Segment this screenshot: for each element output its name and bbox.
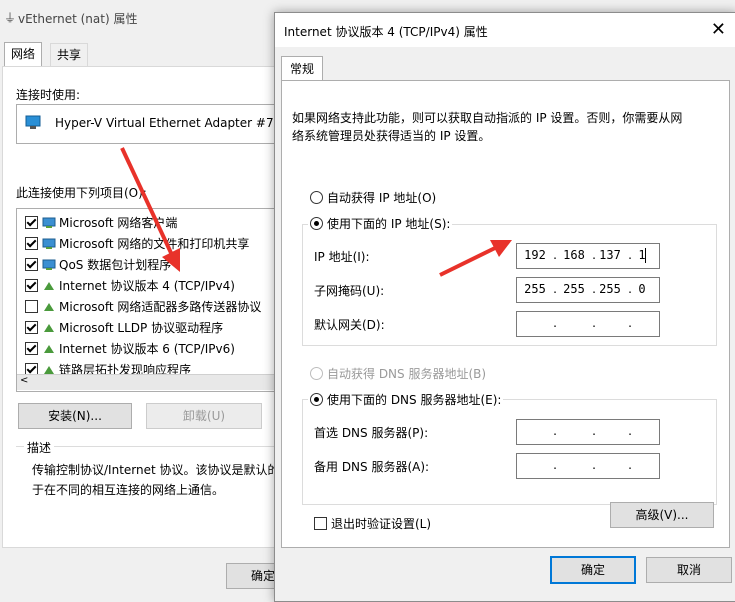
item-label: Microsoft 网络的文件和打印机共享 (59, 237, 250, 251)
list-item[interactable]: Microsoft 网络客户端 (25, 213, 177, 233)
item-label: Internet 协议版本 6 (TCP/IPv6) (59, 342, 235, 356)
validate-option[interactable]: 退出时验证设置(L) (314, 515, 431, 532)
description-label: 描述 (24, 439, 55, 456)
item-label: Microsoft 网络客户端 (59, 216, 178, 230)
dialog-title-bar: Internet 协议版本 4 (TCP/IPv4) 属性 ✕ (275, 13, 735, 47)
text-cursor (645, 248, 646, 263)
items-label: 此连接使用下列项目(O): (16, 186, 147, 200)
tab-general[interactable]: 常规 (281, 56, 324, 82)
adapter-name: Hyper-V Virtual Ethernet Adapter #7 (55, 116, 274, 130)
list-item[interactable]: Microsoft LLDP 协议驱动程序 (25, 318, 223, 338)
protocol-icon (44, 303, 54, 311)
mask-octet-2[interactable]: 255 (560, 282, 588, 296)
description-text-2: 于在不同的相互连接的网络上通信。 (32, 483, 225, 497)
ip-octet-1[interactable]: 192 (521, 248, 549, 262)
protocol-icon (44, 345, 54, 353)
item-label: Microsoft LLDP 协议驱动程序 (59, 321, 224, 335)
list-item[interactable]: Internet 协议版本 4 (TCP/IPv4) (25, 276, 235, 296)
subnet-mask-field[interactable]: 255 . 255 . 255 . 0 (516, 277, 660, 303)
install-button[interactable]: 安装(N)... (18, 403, 132, 429)
mask-octet-1[interactable]: 255 (521, 282, 549, 296)
tab-network[interactable]: 网络 (4, 42, 43, 67)
network-icon (42, 259, 56, 270)
item-checkbox[interactable] (25, 300, 38, 313)
network-icon (42, 217, 56, 228)
manual-ip-label: 使用下面的 IP 地址(S): (327, 217, 451, 231)
auto-ip-option[interactable]: 自动获得 IP 地址(O) (310, 189, 436, 206)
subnet-mask-label: 子网掩码(U): (314, 284, 385, 298)
item-checkbox[interactable] (25, 258, 38, 271)
intro-line-2: 络系统管理员处获得适当的 IP 设置。 (292, 129, 491, 143)
auto-ip-radio[interactable] (310, 191, 323, 204)
item-checkbox[interactable] (25, 279, 38, 292)
manual-dns-option[interactable]: 使用下面的 DNS 服务器地址(E): (308, 391, 504, 408)
list-item[interactable]: Microsoft 网络适配器多路传送器协议 (25, 297, 261, 317)
list-item[interactable]: QoS 数据包计划程序 (25, 255, 171, 275)
ipv4-properties-dialog: Internet 协议版本 4 (TCP/IPv4) 属性 ✕ 常规 如果网络支… (274, 12, 735, 602)
validate-label: 退出时验证设置(L) (331, 517, 432, 531)
adapter-title-icon: ⏚ (4, 11, 17, 25)
alternate-dns-field[interactable]: ... (516, 453, 660, 479)
auto-dns-label: 自动获得 DNS 服务器地址(B) (327, 367, 487, 381)
ok-button[interactable]: 确定 (550, 556, 636, 584)
item-label: Internet 协议版本 4 (TCP/IPv4) (59, 279, 235, 293)
ip-address-label: IP 地址(I): (314, 250, 370, 264)
general-tab-pane: 如果网络支持此功能，则可以获取自动指派的 IP 设置。否则，你需要从网 络系统管… (281, 80, 730, 548)
mask-octet-3[interactable]: 255 (596, 282, 624, 296)
item-checkbox[interactable] (25, 216, 38, 229)
auto-dns-option[interactable]: 自动获得 DNS 服务器地址(B) (310, 365, 486, 382)
list-item[interactable]: Microsoft 网络的文件和打印机共享 (25, 234, 249, 254)
dialog-title: Internet 协议版本 4 (TCP/IPv4) 属性 (284, 25, 488, 39)
connect-using-label: 连接时使用: (16, 88, 81, 102)
gateway-label: 默认网关(D): (314, 318, 385, 332)
auto-ip-label: 自动获得 IP 地址(O) (327, 191, 437, 205)
preferred-dns-field[interactable]: ... (516, 419, 660, 445)
adapter-box: Hyper-V Virtual Ethernet Adapter #7 (16, 104, 278, 144)
item-checkbox[interactable] (25, 342, 38, 355)
item-label: QoS 数据包计划程序 (59, 258, 172, 272)
manual-dns-label: 使用下面的 DNS 服务器地址(E): (327, 393, 502, 407)
protocol-icon (44, 282, 54, 290)
manual-dns-radio[interactable] (310, 393, 323, 406)
cancel-button[interactable]: 取消 (646, 557, 732, 583)
protocol-icon (44, 324, 54, 332)
manual-ip-option[interactable]: 使用下面的 IP 地址(S): (308, 215, 453, 232)
items-list: Microsoft 网络客户端 Microsoft 网络的文件和打印机共享 QoS … (16, 208, 278, 392)
uninstall-button[interactable]: 卸载(U) (146, 403, 262, 429)
adapter-icon (25, 115, 41, 129)
ip-octet-3[interactable]: 137 (596, 248, 624, 262)
item-checkbox[interactable] (25, 237, 38, 250)
list-item[interactable]: Internet 协议版本 6 (TCP/IPv6) (25, 339, 235, 359)
auto-dns-radio[interactable] (310, 367, 323, 380)
ip-octet-2[interactable]: 168 (560, 248, 588, 262)
manual-ip-radio[interactable] (310, 217, 323, 230)
dns-settings-group (302, 399, 717, 505)
ip-octet-4[interactable]: 1 (628, 248, 656, 262)
mask-octet-4[interactable]: 0 (628, 282, 656, 296)
alternate-dns-label: 备用 DNS 服务器(A): (314, 460, 430, 474)
item-checkbox[interactable] (25, 321, 38, 334)
horizontal-scrollbar[interactable]: < (17, 374, 276, 390)
description-text-1: 传输控制协议/Internet 协议。该协议是默认的 (32, 463, 280, 477)
scroll-left-icon[interactable]: < (20, 375, 28, 386)
ip-address-field[interactable]: 192 . 168 . 137 . 1 (516, 243, 660, 269)
validate-checkbox[interactable] (314, 517, 327, 530)
background-dialog-title: vEthernet (nat) 属性 (18, 12, 138, 26)
tab-sharing[interactable]: 共享 (50, 43, 89, 66)
close-icon[interactable]: ✕ (711, 19, 726, 40)
gateway-field[interactable]: ... (516, 311, 660, 337)
advanced-button[interactable]: 高级(V)... (610, 502, 714, 528)
intro-line-1: 如果网络支持此功能，则可以获取自动指派的 IP 设置。否则，你需要从网 (292, 111, 683, 125)
preferred-dns-label: 首选 DNS 服务器(P): (314, 426, 429, 440)
network-icon (42, 238, 56, 249)
item-label: Microsoft 网络适配器多路传送器协议 (59, 300, 262, 314)
